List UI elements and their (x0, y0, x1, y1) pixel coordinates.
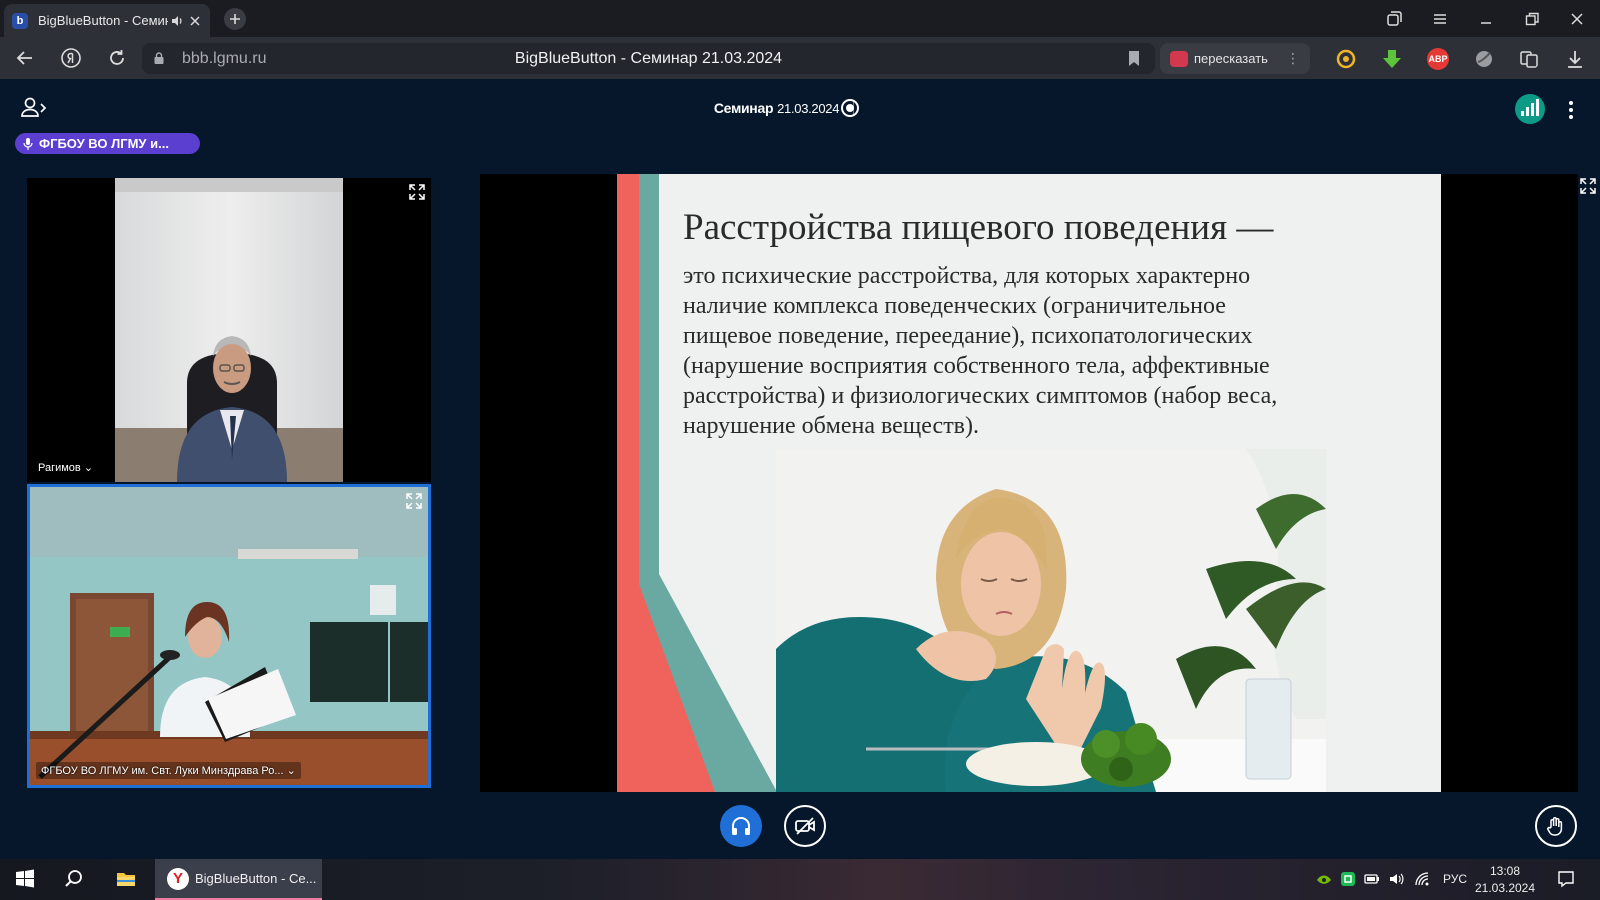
talker-name: ФГБОУ ВО ЛГМУ и... (39, 136, 169, 151)
translate-icon[interactable] (1518, 48, 1540, 70)
video-label[interactable]: Рагимов ⌄ (33, 459, 99, 476)
plus-icon (230, 14, 240, 24)
fullscreen-presentation-icon[interactable] (1580, 178, 1596, 194)
tab-close-icon[interactable] (188, 14, 202, 28)
headphones-icon (732, 817, 750, 835)
yandex-logo-icon[interactable] (60, 47, 82, 69)
downloads-icon[interactable] (1564, 48, 1586, 70)
slide-line: расстройства) и физиологических симптомо… (683, 383, 1278, 409)
language-indicator[interactable]: РУС (1443, 872, 1467, 886)
raise-hand-icon (1547, 817, 1563, 836)
slide-line: пищевое поведение, переедание), психопат… (683, 323, 1253, 349)
browser-address-bar: bbb.lgmu.ru BigBlueButton - Семинар 21.0… (0, 37, 1600, 79)
options-kebab-icon[interactable] (1568, 100, 1574, 120)
tab-title: BigBlueButton - Семинар 21.03.2024 (38, 13, 168, 28)
green-app-tray-icon[interactable] (1340, 871, 1356, 887)
audio-button[interactable] (720, 805, 762, 847)
slide-line: (нарушение восприятия собственного тела,… (683, 353, 1270, 379)
browser-tab[interactable]: b BigBlueButton - Семинар 21.03.2024 (4, 4, 210, 37)
microphone-icon (23, 137, 33, 150)
tab-audio-icon[interactable] (170, 14, 184, 28)
page-title: BigBlueButton - Семинар 21.03.2024 (514, 50, 783, 67)
reload-icon[interactable] (106, 47, 128, 69)
new-tab-button[interactable] (224, 8, 246, 30)
volume-icon[interactable] (1388, 871, 1404, 887)
presentation-area: Расстройства пищевого поведения — это пс… (480, 174, 1578, 792)
expand-icon[interactable] (409, 184, 425, 200)
yandex-browser-icon: Y (167, 867, 189, 890)
slide-title: Расстройства пищевого поведения — (683, 207, 1274, 248)
retell-more-icon[interactable]: ⋮ (1286, 50, 1300, 67)
slide-line: нарушение обмена веществ). (683, 413, 980, 439)
taskbar-browser-app[interactable]: Y BigBlueButton - Се... (155, 859, 322, 900)
clock-time: 13:08 (1489, 864, 1521, 878)
file-explorer-icon[interactable] (115, 868, 137, 890)
bbb-favicon-icon: b (12, 12, 28, 29)
nvidia-tray-icon[interactable] (1316, 871, 1332, 887)
browser-tab-bar: b BigBlueButton - Семинар 21.03.2024 (0, 0, 1600, 37)
users-toggle-icon[interactable] (20, 96, 48, 120)
connection-status-icon[interactable] (1515, 94, 1545, 124)
url-field[interactable]: bbb.lgmu.ru BigBlueButton - Семинар 21.0… (142, 43, 1155, 74)
adblock-plus-icon[interactable]: ABP (1427, 48, 1449, 70)
slide-body: это психические расстройства, для которы… (683, 261, 1383, 441)
retell-icon (1170, 50, 1188, 67)
windows-start-icon[interactable] (14, 868, 36, 890)
presentation-slide: Расстройства пищевого поведения — это пс… (617, 174, 1441, 792)
slide-line: наличие комплекса поведенческих (огранич… (683, 293, 1226, 319)
close-window-icon[interactable] (1568, 10, 1586, 28)
webcam-feed-2 (30, 487, 428, 785)
extension-yellow-icon[interactable] (1335, 48, 1357, 70)
search-icon[interactable] (63, 868, 85, 890)
screen: b BigBlueButton - Семинар 21.03.2024 bbb… (0, 0, 1600, 900)
video-tile-ragimov[interactable]: Рагимов ⌄ (27, 178, 431, 482)
video-button[interactable] (784, 805, 826, 847)
record-icon[interactable] (841, 99, 859, 117)
slide-line: это психические расстройства, для которы… (683, 263, 1251, 289)
bookmark-icon[interactable] (1127, 50, 1141, 67)
download-helper-icon[interactable] (1381, 48, 1403, 70)
battery-icon[interactable] (1364, 871, 1380, 887)
notifications-icon[interactable] (1557, 870, 1575, 888)
system-clock[interactable]: 13:08 21.03.2024 (1468, 863, 1542, 897)
back-arrow-icon[interactable] (14, 47, 36, 69)
talking-indicator[interactable]: ФГБОУ ВО ЛГМУ и... (15, 133, 200, 154)
menu-icon[interactable] (1431, 10, 1449, 28)
retell-label: пересказать (1194, 51, 1268, 66)
girl-refusing-food-image (776, 449, 1326, 792)
tabs-collection-icon[interactable] (1385, 10, 1403, 28)
windows-taskbar: Y BigBlueButton - Се... РУС 13:08 21.03.… (0, 859, 1600, 900)
clock-date: 21.03.2024 (1474, 881, 1536, 895)
video-label[interactable]: ФГБОУ ВО ЛГМУ им. Свт. Луки Минздрава Ро… (36, 762, 301, 779)
taskbar-app-label: BigBlueButton - Се... (195, 871, 317, 886)
slide-photo (776, 449, 1326, 792)
expand-icon[interactable] (406, 493, 422, 509)
camera-off-icon (795, 817, 815, 835)
webcam-feed-1 (27, 178, 431, 482)
video-tile-lgmu[interactable]: ФГБОУ ВО ЛГМУ им. Свт. Луки Минздрава Ро… (27, 484, 431, 788)
restore-icon[interactable] (1523, 10, 1541, 28)
raise-hand-button[interactable] (1535, 805, 1577, 847)
network-icon[interactable] (1414, 871, 1430, 887)
minimize-icon[interactable] (1477, 10, 1495, 28)
retell-button[interactable]: пересказать ⋮ (1160, 43, 1310, 74)
extension-gray-icon[interactable] (1473, 48, 1495, 70)
